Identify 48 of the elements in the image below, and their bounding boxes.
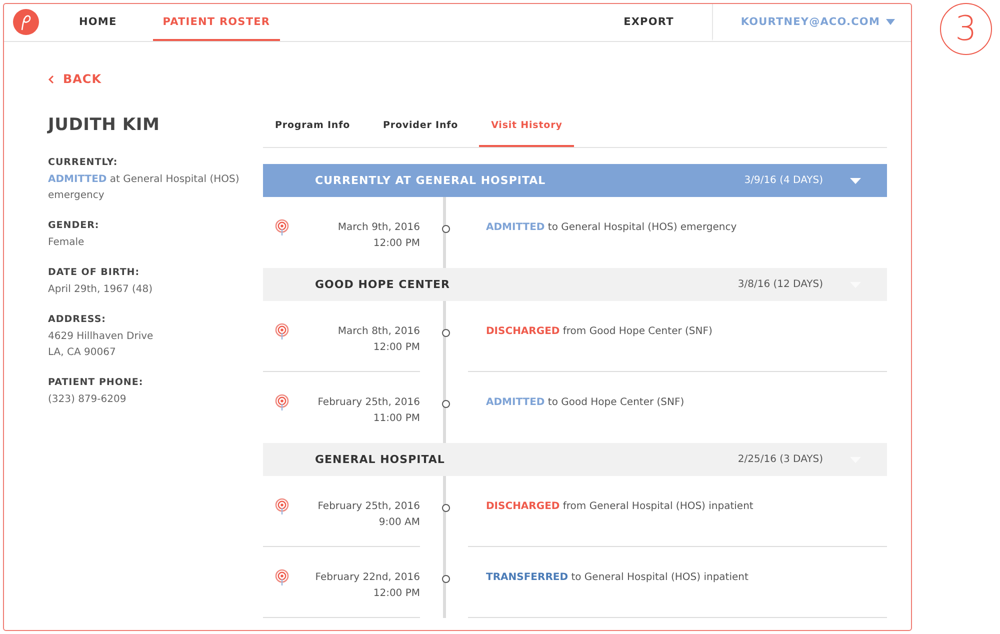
event-datetime: March 9th, 2016 12:00 PM: [336, 221, 420, 251]
nav-link[interactable]: HOME: [69, 4, 127, 41]
pin-icon: [275, 569, 289, 586]
visit-title: GOOD HOPE CENTER: [315, 278, 451, 291]
visit-title: GENERAL HOSPITAL: [315, 453, 446, 466]
visit-title: CURRENTLY AT GENERAL HOSPITAL: [315, 174, 547, 187]
event-description: DISCHARGED from General Hospital (HOS) inpatient: [486, 501, 754, 514]
pin-icon: [275, 498, 289, 515]
event-description: DISCHARGED from Good Hope Center (SNF): [486, 326, 714, 339]
visit-header[interactable]: GOOD HOPE CENTER 3/8/16 (12 DAYS): [263, 268, 887, 301]
chevron-left-icon: [48, 74, 54, 84]
visit-header[interactable]: GENERAL HOSPITAL 2/25/16 (3 DAYS): [263, 443, 887, 476]
visit-dates: 3/9/16 (4 DAYS): [744, 175, 823, 186]
event-datetime: February 25th, 2016 9:00 AM: [316, 500, 420, 530]
logo-icon[interactable]: [13, 9, 39, 35]
event-datetime: March 8th, 2016 12:00 PM: [336, 325, 420, 355]
field-value: 4629 Hillhaven Drive LA, CA 90067: [48, 330, 154, 360]
field-value: Female: [48, 236, 86, 250]
field-label: ADDRESS:: [48, 314, 107, 324]
pin-icon: [275, 219, 289, 236]
caret-icon: [850, 178, 861, 184]
field-label: DATE OF BIRTH:: [48, 266, 141, 278]
tab[interactable]: Provider Info: [371, 108, 470, 147]
event-description: ADMITTED to Good Hope Center (SNF): [486, 397, 686, 410]
event-datetime: February 25th, 2016 11:00 PM: [316, 396, 420, 426]
field-label: PATIENT PHONE:: [48, 376, 144, 388]
timeline-dot: [442, 329, 450, 337]
event-description: TRANSFERRED to General Hospital (HOS) inpatient: [486, 572, 750, 585]
event-description: ADMITTED to General Hospital (HOS) emergency: [486, 222, 738, 235]
field-value: (323) 879-6209: [48, 392, 128, 406]
timeline-dot: [442, 400, 450, 408]
pin-icon: [275, 323, 289, 340]
timeline-dot: [442, 575, 450, 583]
step-number: 3: [940, 3, 992, 55]
field-value: ADMITTED at General Hospital (HOS) emergency: [48, 172, 240, 202]
field-value: April 29th, 1967 (48): [48, 282, 154, 296]
pin-icon: [275, 394, 289, 411]
field-label: GENDER:: [48, 220, 100, 230]
caret-icon: [886, 18, 895, 24]
patient-name: JUDITH KIM: [48, 114, 161, 134]
visit-dates: 3/8/16 (12 DAYS): [738, 279, 823, 290]
export-link[interactable]: EXPORT: [614, 4, 684, 41]
tab[interactable]: Program Info: [263, 108, 362, 147]
field-label: CURRENTLY:: [48, 156, 119, 168]
visit-dates: 2/25/16 (3 DAYS): [738, 454, 823, 465]
event-datetime: February 22nd, 2016 12:00 PM: [314, 571, 420, 601]
timeline-dot: [442, 504, 450, 512]
timeline-dot: [442, 225, 450, 233]
